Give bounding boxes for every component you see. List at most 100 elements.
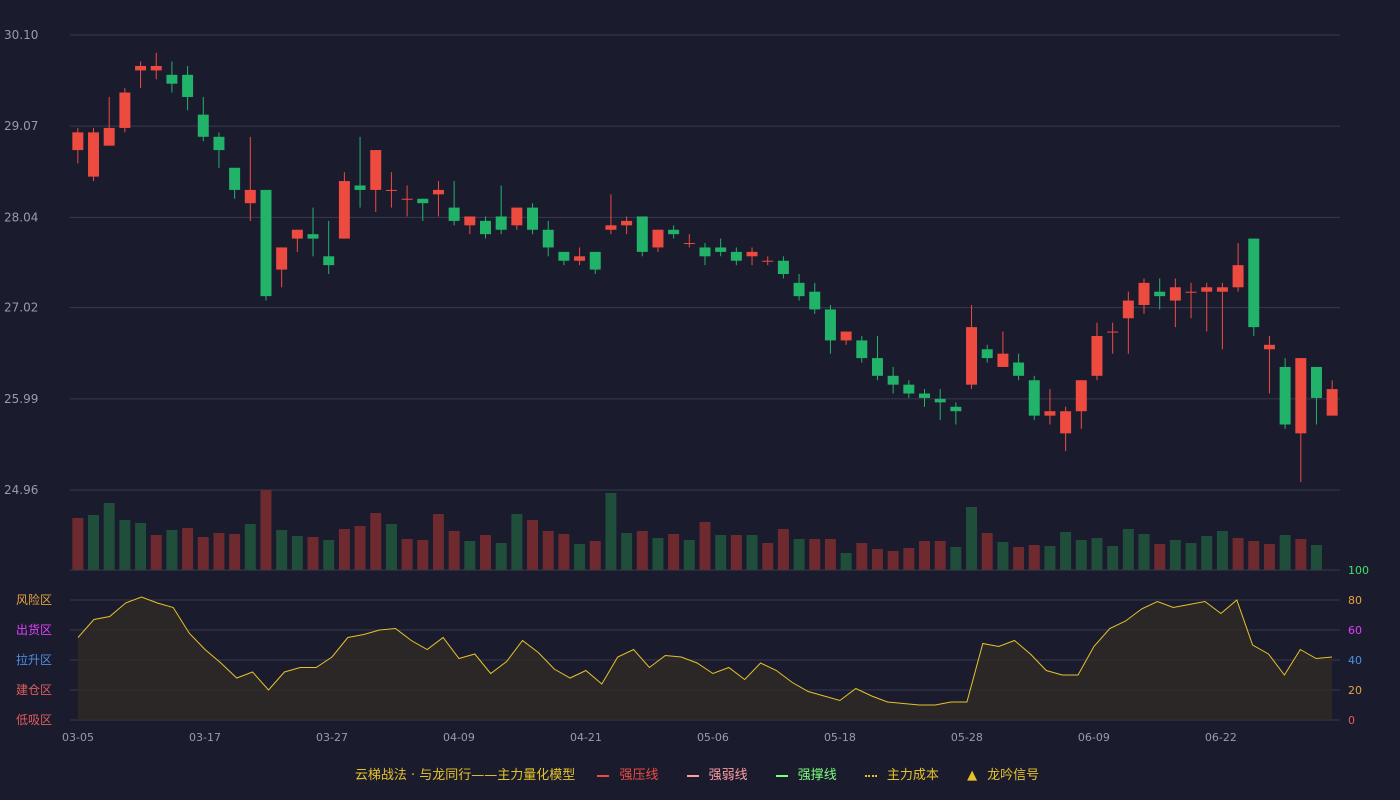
volume-bar	[72, 518, 84, 570]
volume-bar	[291, 536, 303, 570]
candle-body	[887, 375, 899, 385]
volume-bar	[1138, 534, 1150, 570]
legend-item-strong-support[interactable]: 强撑线	[770, 768, 847, 783]
volume-bar	[1295, 539, 1307, 570]
x-tick-label: 06-22	[1205, 731, 1237, 744]
candle-body	[1201, 287, 1213, 292]
dashed-line-icon	[686, 774, 699, 777]
indicator-area	[78, 597, 1332, 720]
volume-bar	[1154, 544, 1166, 570]
candle-body	[1138, 282, 1150, 305]
candle-body	[683, 243, 695, 245]
price-tick-label: 25.99	[4, 392, 38, 406]
volume-bar	[793, 539, 805, 570]
candle-body	[1013, 362, 1025, 376]
volume-bar	[244, 524, 256, 570]
candlestick-chart: 30.10 29.07 28.04 27.02 25.99 24.96 100 80 60 40 2…	[4, 28, 1369, 744]
volume-bar	[370, 513, 382, 570]
candle-body	[542, 229, 554, 248]
volume-bar	[1185, 543, 1197, 570]
candle-body	[229, 167, 241, 190]
legend-item-strong-pressure[interactable]: 强压线	[591, 768, 668, 783]
candle-body	[856, 340, 868, 359]
price-tick-label: 24.96	[4, 483, 38, 497]
volume-bar	[950, 547, 962, 570]
candle-body	[244, 189, 256, 204]
volume-bar	[323, 540, 335, 570]
volume-bar	[1201, 536, 1213, 570]
price-tick-label: 28.04	[4, 210, 38, 224]
volume-bar	[1310, 545, 1322, 570]
legend-item-main-cost[interactable]: 主力成本	[859, 768, 949, 783]
candle-body	[1310, 366, 1322, 398]
volume-bar	[668, 534, 680, 570]
candle-body	[762, 260, 774, 262]
x-tick-label: 06-09	[1078, 731, 1110, 744]
candle-body	[1248, 238, 1260, 328]
candle-body	[1232, 265, 1244, 288]
candle-body	[354, 185, 366, 190]
volume-bar	[464, 541, 476, 570]
indicator-tick-label: 100	[1348, 564, 1369, 577]
volume-bar	[762, 543, 774, 570]
candle-body	[323, 256, 335, 266]
candle-body	[448, 207, 460, 221]
volume-bar	[605, 493, 617, 570]
volume-bar	[871, 549, 883, 570]
candle-body	[950, 406, 962, 412]
zone-label: 风险区	[16, 592, 52, 607]
indicator-tick-label: 40	[1348, 654, 1362, 667]
volume-bar	[919, 541, 930, 570]
candle-body	[1216, 287, 1228, 292]
zone-label: 拉升区	[16, 652, 52, 667]
volume-bar	[997, 542, 1009, 570]
candle-body	[1122, 300, 1134, 319]
chart-stage: 30.10 29.07 28.04 27.02 25.99 24.96 100 80 60 40 2…	[0, 0, 1400, 800]
volume-bar	[338, 529, 350, 570]
volume-bar	[448, 531, 460, 570]
candle-body	[182, 74, 194, 97]
legend-item-strength-line[interactable]: 强弱线	[681, 768, 758, 783]
line-icon	[597, 774, 610, 777]
volume-bar	[542, 531, 554, 570]
candle-body	[934, 398, 946, 403]
volume-bar	[229, 534, 241, 570]
volume-bar	[417, 540, 429, 570]
volume-bar	[150, 535, 162, 570]
volume-bar	[809, 539, 821, 570]
candle-body	[1326, 389, 1338, 416]
candle-body	[495, 216, 507, 230]
candle-body	[385, 189, 397, 191]
legend-item-signal[interactable]: ▲ 龙吟信号	[961, 768, 1045, 783]
candle-body	[135, 65, 147, 71]
volume-bar	[103, 503, 115, 570]
x-tick-label: 04-21	[570, 731, 602, 744]
candle-body	[824, 309, 836, 341]
volume-bar	[574, 544, 586, 570]
candle-body	[652, 229, 664, 248]
candle-body	[966, 327, 978, 385]
indicator-tick-label: 0	[1348, 714, 1355, 727]
x-tick-label: 03-17	[189, 731, 221, 744]
volume-bar	[119, 520, 131, 570]
volume-bar	[182, 528, 194, 570]
volume-bar	[1279, 535, 1291, 570]
candle-body	[432, 189, 444, 195]
volume-bar	[527, 520, 539, 570]
candle-body	[1154, 291, 1166, 297]
volume-bar	[1013, 547, 1025, 570]
price-tick-label: 30.10	[4, 28, 38, 42]
volume-bar	[558, 534, 570, 570]
x-tick-label: 05-06	[697, 731, 729, 744]
volume-bar	[432, 514, 444, 570]
volume-bar	[276, 530, 288, 570]
volume-bar	[1091, 538, 1103, 570]
volume-bar	[824, 539, 836, 570]
candle-body	[809, 291, 821, 310]
candle-body	[715, 247, 727, 252]
volume-bar	[777, 529, 789, 570]
x-tick-label: 03-27	[316, 731, 348, 744]
volume-bar	[401, 539, 413, 570]
volume-bar	[1122, 529, 1134, 570]
volume-bar	[887, 551, 899, 570]
